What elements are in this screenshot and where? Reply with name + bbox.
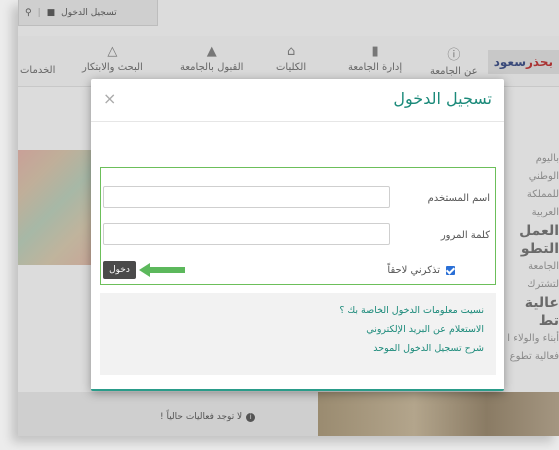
divider: | bbox=[37, 7, 41, 18]
username-field[interactable] bbox=[103, 186, 390, 208]
nav-label: الخدمات bbox=[20, 65, 56, 76]
university-logo[interactable]: سعود بحذر bbox=[487, 50, 559, 74]
banner-line: عالية تط bbox=[524, 295, 559, 329]
help-links-box: نسيت معلومات الدخول الخاصة بك ؟ الاستعلا… bbox=[100, 293, 496, 375]
info-icon: ⓘ bbox=[447, 48, 461, 63]
remember-me[interactable]: تذكرني لاحقاً bbox=[387, 265, 455, 276]
login-button[interactable]: دخول bbox=[103, 261, 136, 279]
nav-label: البحث والابتكار bbox=[82, 62, 143, 73]
email-inquiry-link[interactable]: الاستعلام عن البريد الإلكتروني bbox=[366, 324, 484, 335]
username-label: اسم المستخدم bbox=[427, 193, 490, 204]
nav-item-research[interactable]: △ البحث والابتكار bbox=[82, 44, 143, 73]
no-events-message: i لا توجد فعاليات حالياً ! bbox=[160, 412, 256, 422]
nav-item-colleges[interactable]: ⌂ الكليات bbox=[276, 44, 306, 73]
flask-icon: △ bbox=[107, 44, 118, 59]
info-icon: i bbox=[246, 412, 256, 422]
building-icon: ▮ bbox=[371, 44, 379, 59]
news-photo bbox=[318, 392, 559, 436]
forgot-credentials-link[interactable]: نسيت معلومات الدخول الخاصة بك ؟ bbox=[339, 305, 484, 316]
institution-icon: ⌂ bbox=[286, 44, 296, 59]
top-search-strip[interactable]: ⚲ | ■ تسجيل الدخول bbox=[18, 0, 158, 26]
nav-item-administration[interactable]: ▮ إدارة الجامعة bbox=[348, 44, 402, 73]
nav-label: إدارة الجامعة bbox=[348, 62, 403, 73]
arrow-left-icon bbox=[139, 263, 185, 277]
banner-line: للمملكة العربية bbox=[526, 189, 559, 218]
background-banner-text: باليوم الوطني للمملكة العربية العمل التط… bbox=[504, 150, 559, 362]
close-icon[interactable]: × bbox=[103, 89, 116, 108]
no-events-text: لا توجد فعاليات حالياً ! bbox=[160, 412, 243, 422]
banner-line: فعالية تطوع bbox=[509, 351, 559, 362]
banner-line: باليوم الوطني bbox=[528, 153, 559, 182]
user-icon: ■ bbox=[46, 7, 56, 18]
graduation-cap-icon: ▲ bbox=[206, 44, 217, 59]
banner-line: العمل التطو bbox=[519, 223, 559, 257]
search-icon: ⚲ bbox=[25, 7, 32, 18]
nav-label: القبول بالجامعة bbox=[180, 62, 244, 73]
password-field[interactable] bbox=[103, 223, 390, 245]
nav-item-about[interactable]: ⓘ عن الجامعة bbox=[430, 44, 478, 77]
nav-label: عن الجامعة bbox=[430, 66, 478, 77]
nav-item-services[interactable]: الخدمات bbox=[20, 65, 55, 76]
top-login-link[interactable]: تسجيل الدخول bbox=[61, 8, 116, 18]
modal-header: تسجيل الدخول × bbox=[91, 79, 504, 122]
modal-title: تسجيل الدخول bbox=[393, 89, 492, 108]
banner-line: أبناء والولاء ا bbox=[507, 333, 559, 344]
nav-label: الكليات bbox=[276, 62, 307, 73]
logo-text-2: بحذر bbox=[526, 55, 553, 69]
nav-item-admission[interactable]: ▲ القبول بالجامعة bbox=[180, 44, 243, 73]
remember-checkbox[interactable] bbox=[446, 266, 455, 275]
sso-guide-link[interactable]: شرح تسجيل الدخول الموحد bbox=[373, 343, 484, 354]
password-label: كلمة المرور bbox=[440, 230, 490, 241]
banner-line: الجامعة لتشترك bbox=[527, 261, 559, 290]
logo-text-1: سعود bbox=[493, 55, 526, 69]
national-day-banner-image bbox=[18, 150, 93, 265]
remember-label: تذكرني لاحقاً bbox=[387, 265, 440, 276]
